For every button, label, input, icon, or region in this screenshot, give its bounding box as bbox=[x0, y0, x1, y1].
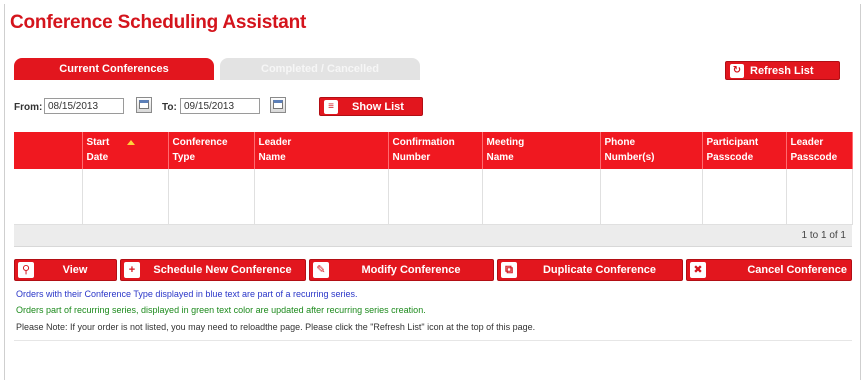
column-header-phone-numbers[interactable]: Phone Number(s) bbox=[600, 132, 703, 169]
column-header-select bbox=[14, 132, 83, 169]
column-header-leader-passcode[interactable]: Leader Passcode bbox=[786, 132, 853, 169]
column-header-confirmation-number[interactable]: Confirmation Number bbox=[388, 132, 483, 169]
table-header-row: Start Date Conference Type Leader Name Conf… bbox=[14, 132, 853, 169]
table-row-empty bbox=[14, 169, 853, 225]
refresh-list-label: Refresh List bbox=[750, 64, 814, 77]
from-date-input[interactable] bbox=[44, 98, 124, 114]
column-header-conference-type[interactable]: Conference Type bbox=[168, 132, 255, 169]
duplicate-conference-button[interactable]: ⧉ Duplicate Conference bbox=[497, 259, 683, 281]
search-icon: ⚲ bbox=[18, 262, 34, 278]
column-header-participant-passcode[interactable]: Participant Passcode bbox=[702, 132, 787, 169]
cancel-conference-button[interactable]: ✖ Cancel Conference bbox=[686, 259, 852, 281]
column-header-start-date[interactable]: Start Date bbox=[82, 132, 169, 169]
divider bbox=[14, 340, 852, 341]
reload-note: Please Note: If your order is not listed… bbox=[16, 322, 536, 332]
refresh-list-button[interactable]: ↻ Refresh List bbox=[725, 61, 840, 80]
duplicate-conference-label: Duplicate Conference bbox=[542, 264, 657, 276]
action-bar: ⚲ View + Schedule New Conference ✎ Modif… bbox=[14, 259, 852, 281]
refresh-icon: ↻ bbox=[730, 63, 744, 78]
duplicate-icon: ⧉ bbox=[501, 262, 517, 278]
cancel-conference-label: Cancel Conference bbox=[747, 264, 847, 276]
pager-status: 1 to 1 of 1 bbox=[14, 225, 852, 247]
page-title: Conference Scheduling Assistant bbox=[10, 12, 307, 33]
column-header-meeting-name[interactable]: Meeting Name bbox=[482, 132, 601, 169]
recurring-series-note: Orders with their Conference Type displa… bbox=[16, 289, 358, 299]
tab-current-conferences[interactable]: Current Conferences bbox=[14, 58, 214, 80]
show-list-button[interactable]: ≡ Show List bbox=[319, 97, 423, 116]
conference-table: Start Date Conference Type Leader Name Conf… bbox=[14, 132, 853, 247]
list-icon: ≡ bbox=[324, 99, 338, 114]
recurring-updated-note: Orders part of recurring series, display… bbox=[16, 305, 426, 315]
column-header-leader-name[interactable]: Leader Name bbox=[254, 132, 389, 169]
to-date-input[interactable] bbox=[180, 98, 260, 114]
schedule-new-conference-label: Schedule New Conference bbox=[153, 264, 292, 276]
schedule-new-conference-button[interactable]: + Schedule New Conference bbox=[120, 259, 306, 281]
sort-ascending-icon bbox=[127, 139, 136, 145]
from-label: From: bbox=[14, 102, 43, 113]
plus-icon: + bbox=[124, 262, 140, 278]
modify-conference-button[interactable]: ✎ Modify Conference bbox=[309, 259, 494, 281]
view-button[interactable]: ⚲ View bbox=[14, 259, 117, 281]
from-calendar-icon[interactable] bbox=[136, 97, 152, 113]
close-icon: ✖ bbox=[690, 262, 706, 278]
show-list-label: Show List bbox=[352, 100, 404, 113]
view-button-label: View bbox=[62, 264, 88, 276]
tab-completed-cancelled[interactable]: Completed / Cancelled bbox=[220, 58, 420, 80]
to-calendar-icon[interactable] bbox=[270, 97, 286, 113]
edit-icon: ✎ bbox=[313, 262, 329, 278]
modify-conference-label: Modify Conference bbox=[361, 264, 461, 276]
to-label: To: bbox=[162, 102, 177, 113]
